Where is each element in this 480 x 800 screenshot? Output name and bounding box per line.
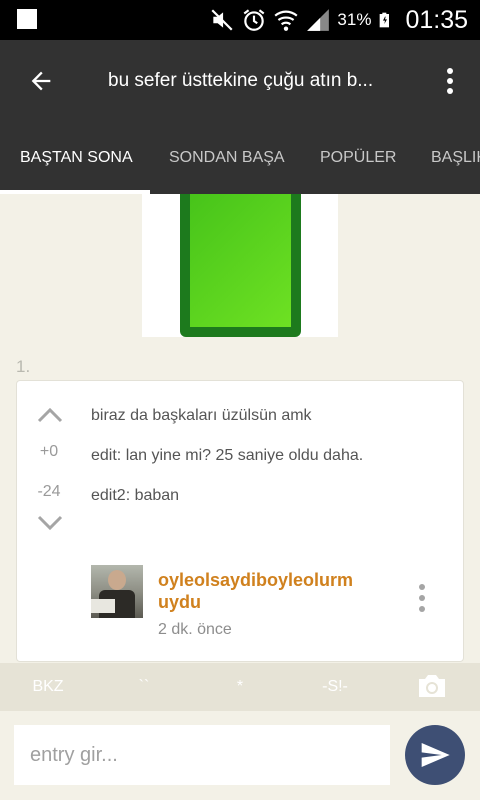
active-tab-indicator	[0, 190, 150, 194]
tab-baslik[interactable]: BAŞLIK	[431, 122, 480, 194]
entry-number: 1.	[16, 357, 31, 376]
entry-time: 2 dk. önce	[158, 621, 232, 638]
author-name[interactable]: oyleolsaydiboyleolurm uydu	[158, 569, 368, 613]
more-vertical-icon	[447, 68, 453, 94]
upvote-chevron-icon[interactable]	[36, 405, 64, 425]
wifi-icon	[274, 10, 298, 31]
page-title: bu sefer üsttekine çuğu atın b...	[108, 70, 374, 91]
upvote-count: +0	[39, 443, 59, 460]
send-icon	[421, 743, 450, 767]
star-button[interactable]: *	[220, 663, 260, 711]
tab-populer[interactable]: POPÜLER	[320, 122, 396, 194]
tab-bastan-sona[interactable]: BAŞTAN SONA	[20, 122, 133, 194]
battery-percent: 31%	[337, 10, 372, 29]
entry-text-line: edit: lan yine mi? 25 saniye oldu daha.	[91, 447, 364, 464]
status-bar: 31% 01:35	[0, 0, 480, 40]
send-button[interactable]	[405, 725, 465, 785]
clock: 01:35	[405, 5, 468, 34]
alarm-icon	[244, 9, 265, 31]
overflow-menu-button[interactable]	[440, 62, 460, 100]
status-icons: 31% 01:35	[209, 0, 468, 40]
entry-card: +0 -24 biraz da başkaları üzülsün amk ed…	[16, 380, 464, 662]
signal-icon	[307, 9, 330, 31]
entry-input[interactable]	[14, 725, 390, 785]
camera-icon[interactable]	[416, 672, 448, 700]
formatting-toolbar: BKZ `` * -S!-	[0, 663, 480, 711]
entry-more-icon[interactable]	[415, 583, 429, 613]
back-button[interactable]	[22, 62, 60, 100]
tab-bar: BAŞTAN SONA SONDAN BAŞA POPÜLER BAŞLIK	[0, 122, 480, 194]
app-toolbar: bu sefer üsttekine çuğu atın b...	[0, 40, 480, 122]
arrow-left-icon	[31, 71, 51, 91]
green-rectangle-image	[180, 194, 301, 337]
tab-sondan-basa[interactable]: SONDAN BAŞA	[169, 122, 285, 194]
entry-image[interactable]	[142, 194, 338, 337]
mute-icon	[211, 9, 233, 31]
spoiler-button[interactable]: -S!-	[310, 663, 360, 711]
downvote-chevron-icon[interactable]	[36, 513, 64, 533]
entry-text-line: biraz da başkaları üzülsün amk	[91, 407, 312, 424]
bkz-button[interactable]: BKZ	[18, 663, 78, 711]
entry-input-area	[0, 711, 480, 800]
downvote-count: -24	[37, 483, 61, 500]
author-avatar[interactable]	[91, 565, 143, 618]
quote-button[interactable]: ``	[124, 663, 164, 711]
battery-icon	[380, 12, 390, 28]
notification-square-icon	[17, 9, 37, 29]
entry-text-line: edit2: baban	[91, 487, 180, 504]
